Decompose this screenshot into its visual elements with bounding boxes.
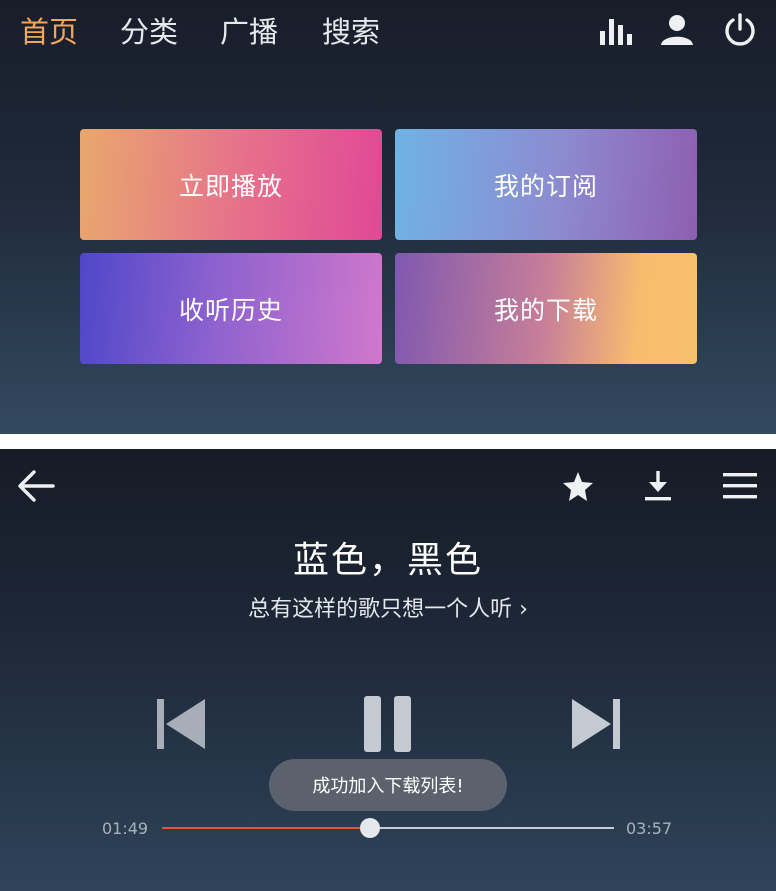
song-title: 蓝色，黑色 [292, 540, 483, 581]
tab-search[interactable]: 搜索 [322, 12, 380, 52]
my-downloads-tile[interactable]: 我的下载 [395, 253, 697, 364]
my-downloads-label: 我的下载 [493, 295, 598, 325]
menu-icon[interactable] [722, 471, 758, 501]
player-screen: 蓝色，黑色 总有这样的歌只想一个人听 › 成功加入下载列表! 01:49 03:… [0, 449, 776, 891]
tab-radio[interactable]: 广播 [220, 12, 278, 52]
equalizer-icon[interactable] [598, 15, 632, 47]
toast-text: 成功加入下载列表! [312, 776, 464, 797]
tab-home[interactable]: 首页 [20, 12, 78, 52]
listening-history-tile[interactable]: 收听历史 [80, 253, 382, 364]
back-arrow-icon[interactable] [16, 469, 56, 503]
download-icon[interactable] [642, 469, 674, 503]
total-time: 03:57 [626, 819, 673, 838]
next-icon[interactable] [570, 697, 622, 751]
star-icon[interactable] [562, 471, 594, 503]
toast-message: 成功加入下载列表! [269, 759, 507, 811]
listening-history-label: 收听历史 [178, 295, 283, 325]
previous-icon[interactable] [155, 697, 207, 751]
playlist-link[interactable]: 总有这样的歌只想一个人听 › [0, 591, 776, 623]
pause-icon[interactable] [364, 696, 412, 752]
home-screen: 首页 分类 广播 搜索 立即播放 我的订阅 收听历史 我的下载 [0, 0, 776, 434]
power-icon[interactable] [722, 12, 758, 48]
play-now-tile[interactable]: 立即播放 [80, 129, 382, 240]
progress-handle[interactable] [360, 818, 380, 838]
my-subscriptions-tile[interactable]: 我的订阅 [395, 129, 697, 240]
my-subscriptions-label: 我的订阅 [493, 171, 598, 201]
user-icon[interactable] [660, 14, 694, 46]
progress-played [162, 827, 370, 829]
elapsed-time: 01:49 [102, 819, 149, 838]
play-now-label: 立即播放 [178, 171, 283, 201]
tab-category[interactable]: 分类 [120, 12, 178, 52]
